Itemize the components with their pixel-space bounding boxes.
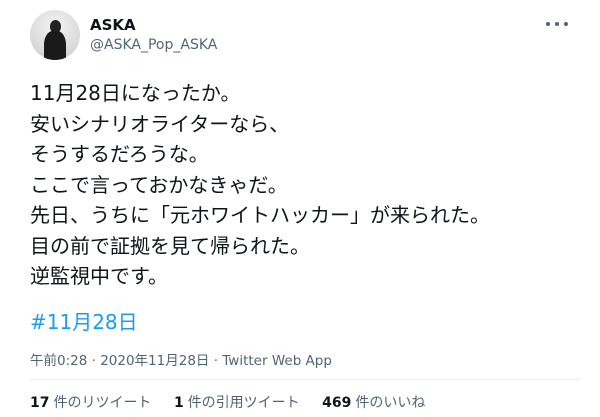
retweets-label: 件のリツイート [53,395,152,411]
retweets-stat[interactable]: 17 件のリツイート [30,395,151,411]
dot [564,22,568,26]
likes-count: 469 [322,395,352,411]
avatar[interactable] [30,10,80,60]
dot [546,22,550,26]
quotes-count: 1 [173,395,184,411]
hashtag-link[interactable]: #11月28日 [30,306,138,335]
separator: · [87,353,101,369]
engagement-stats: 17 件のリツイート 1 件の引用ツイート 469 件のいいね [30,392,443,412]
more-options-icon[interactable] [546,16,568,32]
tweet-line: そうするだろうな。 [30,142,209,166]
avatar-figure-body [44,31,66,60]
tweet-line: 逆監視中です。 [30,264,168,288]
dot [555,22,559,26]
divider [30,379,580,380]
tweet-line: 安いシナリオライターなら、 [30,111,290,136]
tweet-line: 目の前で証拠を見て帰られた。 [30,233,310,258]
likes-label: 件のいいね [355,395,426,411]
tweet-line: 先日、うちに「元ホワイトハッカー」が来られた。 [30,203,490,227]
tweet-card: ASKA @ASKA_Pop_ASKA 11月28日になったか。 安いシナリオラ… [10,6,580,411]
tweet-text: 11月28日になったか。 安いシナリオライターなら、 そうするだろうな。 ここで… [30,78,575,292]
tweet-line: 11月28日になったか。 [30,81,241,105]
quotes-label: 件の引用ツイート [187,395,300,411]
tweet-line: ここで言っておかなきゃだ。 [30,172,288,197]
quotes-stat[interactable]: 1 件の引用ツイート [174,395,300,411]
author-handle[interactable]: @ASKA_Pop_ASKA [90,37,217,53]
separator: · [209,353,223,369]
tweet-metadata: 午前0:28 · 2020年11月28日 · Twitter Web App [30,349,332,369]
tweet-date[interactable]: 2020年11月28日 [100,353,209,369]
tweet-time[interactable]: 午前0:28 [30,353,87,369]
retweets-count: 17 [30,395,50,411]
likes-stat[interactable]: 469 件のいいね [322,395,425,411]
author-name[interactable]: ASKA [90,16,136,34]
tweet-client[interactable]: Twitter Web App [222,353,332,369]
